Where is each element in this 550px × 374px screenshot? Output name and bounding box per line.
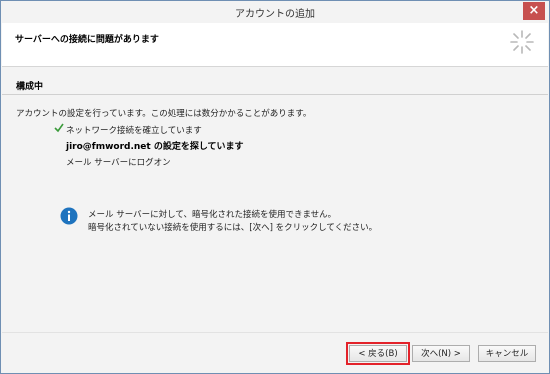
- next-button[interactable]: 次へ(N) >: [412, 345, 470, 362]
- dialog-window: アカウントの追加 × サーバーへの接続に問題があります 構成中 アカウントの設定…: [0, 0, 550, 374]
- info-message-line: 暗号化されていない接続を使用するには、[次へ] をクリックしてください。: [88, 223, 378, 233]
- header-title: サーバーへの接続に問題があります: [15, 35, 159, 45]
- button-bar: < 戻る(B) 次へ(N) > キャンセル: [2, 332, 548, 373]
- info-icon: [60, 207, 78, 225]
- back-button[interactable]: < 戻る(B): [346, 342, 410, 365]
- section-title: 構成中: [16, 82, 44, 92]
- close-button[interactable]: ×: [523, 2, 545, 20]
- spinner-icon: [510, 30, 534, 54]
- cancel-button[interactable]: キャンセル: [478, 345, 536, 362]
- intro-text: アカウントの設定を行っています。この処理には数分かかることがあります。: [16, 109, 312, 119]
- info-message-line: メール サーバーに対して、暗号化された接続を使用できません。: [88, 210, 337, 220]
- step-item: ネットワーク接続を確立しています: [66, 126, 202, 136]
- step-item-current: jiro@fmword.net の設定を探しています: [66, 142, 244, 152]
- title-bar: アカウントの追加 ×: [1, 1, 549, 23]
- header-panel: サーバーへの接続に問題があります: [2, 23, 548, 67]
- section-divider: [2, 94, 548, 95]
- check-icon: [54, 123, 64, 133]
- window-title: アカウントの追加: [235, 9, 315, 20]
- content-area: 構成中 アカウントの設定を行っています。この処理には数分かかることがあります。 …: [2, 67, 548, 331]
- step-item: メール サーバーにログオン: [66, 158, 171, 168]
